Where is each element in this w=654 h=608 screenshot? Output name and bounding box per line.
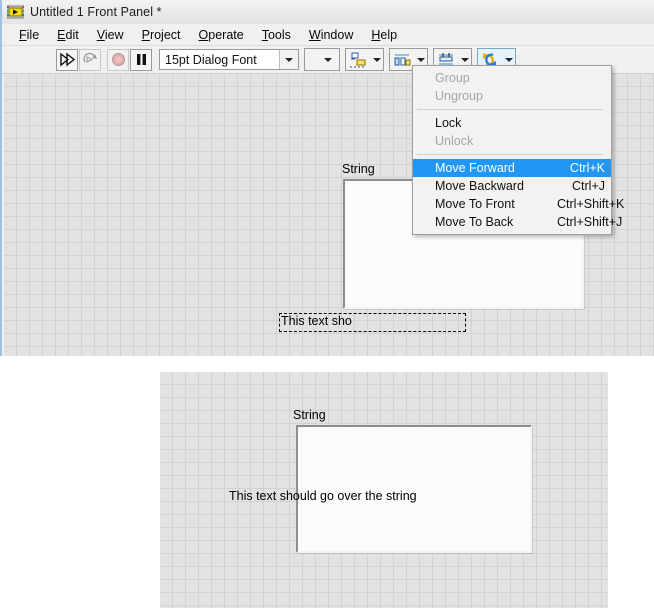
menu-option-move-forward[interactable]: Move Forward Ctrl+K <box>413 159 611 177</box>
menu-option-ungroup[interactable]: Ungroup <box>413 87 611 105</box>
menu-option-move-forward-accel: Ctrl+K <box>569 161 605 175</box>
menu-item-file[interactable]: File <box>10 26 48 44</box>
chevron-down-icon[interactable] <box>279 50 298 69</box>
window-title: Untitled 1 Front Panel * <box>30 5 162 19</box>
menu-separator <box>417 109 603 110</box>
pause-icon[interactable] <box>130 48 152 71</box>
labview-vi-icon <box>6 4 25 20</box>
menu-option-move-to-back-accel: Ctrl+Shift+J <box>557 215 623 229</box>
align-objects-dropdown[interactable] <box>345 48 384 71</box>
font-selector[interactable]: 15pt Dialog Font <box>159 49 299 70</box>
menu-option-move-backward-accel: Ctrl+J <box>572 179 605 193</box>
text-settings-dropdown[interactable] <box>304 48 340 71</box>
string-control-label-result: String <box>293 408 326 422</box>
abort-execution-icon[interactable] <box>107 48 129 71</box>
menu-option-group-label: Group <box>435 71 470 85</box>
chevron-down-icon[interactable] <box>370 49 383 70</box>
menu-option-unlock[interactable]: Unlock <box>413 132 611 150</box>
free-label-result[interactable]: This text should go over the string <box>229 489 417 503</box>
menu-option-lock-label: Lock <box>435 116 462 130</box>
distribute-objects-icon <box>390 49 414 70</box>
free-label-selected[interactable]: This text sho <box>279 313 466 332</box>
menu-item-edit[interactable]: Edit <box>48 26 88 44</box>
menu-option-group[interactable]: Group <box>413 69 611 87</box>
menu-item-project[interactable]: Project <box>133 26 190 44</box>
align-objects-icon <box>346 49 370 70</box>
labview-front-panel-window: Untitled 1 Front Panel * File Edit View … <box>0 0 654 356</box>
reorder-objects-menu[interactable]: Group Ungroup Lock Unlock Move Forward C… <box>412 65 624 235</box>
menu-option-move-to-front[interactable]: Move To Front Ctrl+Shift+K <box>413 195 624 213</box>
menu-option-ungroup-label: Ungroup <box>435 89 483 103</box>
menu-option-move-to-back[interactable]: Move To Back Ctrl+Shift+J <box>413 213 622 231</box>
menu-option-move-to-front-accel: Ctrl+Shift+K <box>557 197 625 211</box>
run-continuously-icon[interactable] <box>79 48 101 71</box>
chevron-down-icon[interactable] <box>321 49 334 70</box>
menu-option-lock[interactable]: Lock <box>413 114 611 132</box>
menu-item-operate[interactable]: Operate <box>190 26 253 44</box>
menu-option-move-backward-label: Move Backward <box>435 179 524 193</box>
menu-separator <box>417 154 603 155</box>
selection-marquee <box>279 313 466 332</box>
menu-item-help[interactable]: Help <box>362 26 406 44</box>
title-bar: Untitled 1 Front Panel * <box>2 0 654 24</box>
menu-item-view[interactable]: View <box>88 26 133 44</box>
font-selector-value: 15pt Dialog Font <box>165 52 257 67</box>
menu-option-move-backward[interactable]: Move Backward Ctrl+J <box>413 177 611 195</box>
menu-bar: File Edit View Project Operate Tools Win… <box>2 24 654 46</box>
menu-item-window[interactable]: Window <box>300 26 362 44</box>
menu-option-move-forward-label: Move Forward <box>435 161 515 175</box>
menu-option-unlock-label: Unlock <box>435 134 474 148</box>
menu-item-tools[interactable]: Tools <box>253 26 300 44</box>
front-panel-result-canvas[interactable]: String This text should go over the stri… <box>160 372 608 608</box>
menu-option-move-to-back-label: Move To Back <box>435 215 514 229</box>
run-arrow-icon[interactable] <box>56 48 78 71</box>
menu-option-move-to-front-label: Move To Front <box>435 197 515 211</box>
string-control-label: String <box>342 162 375 176</box>
